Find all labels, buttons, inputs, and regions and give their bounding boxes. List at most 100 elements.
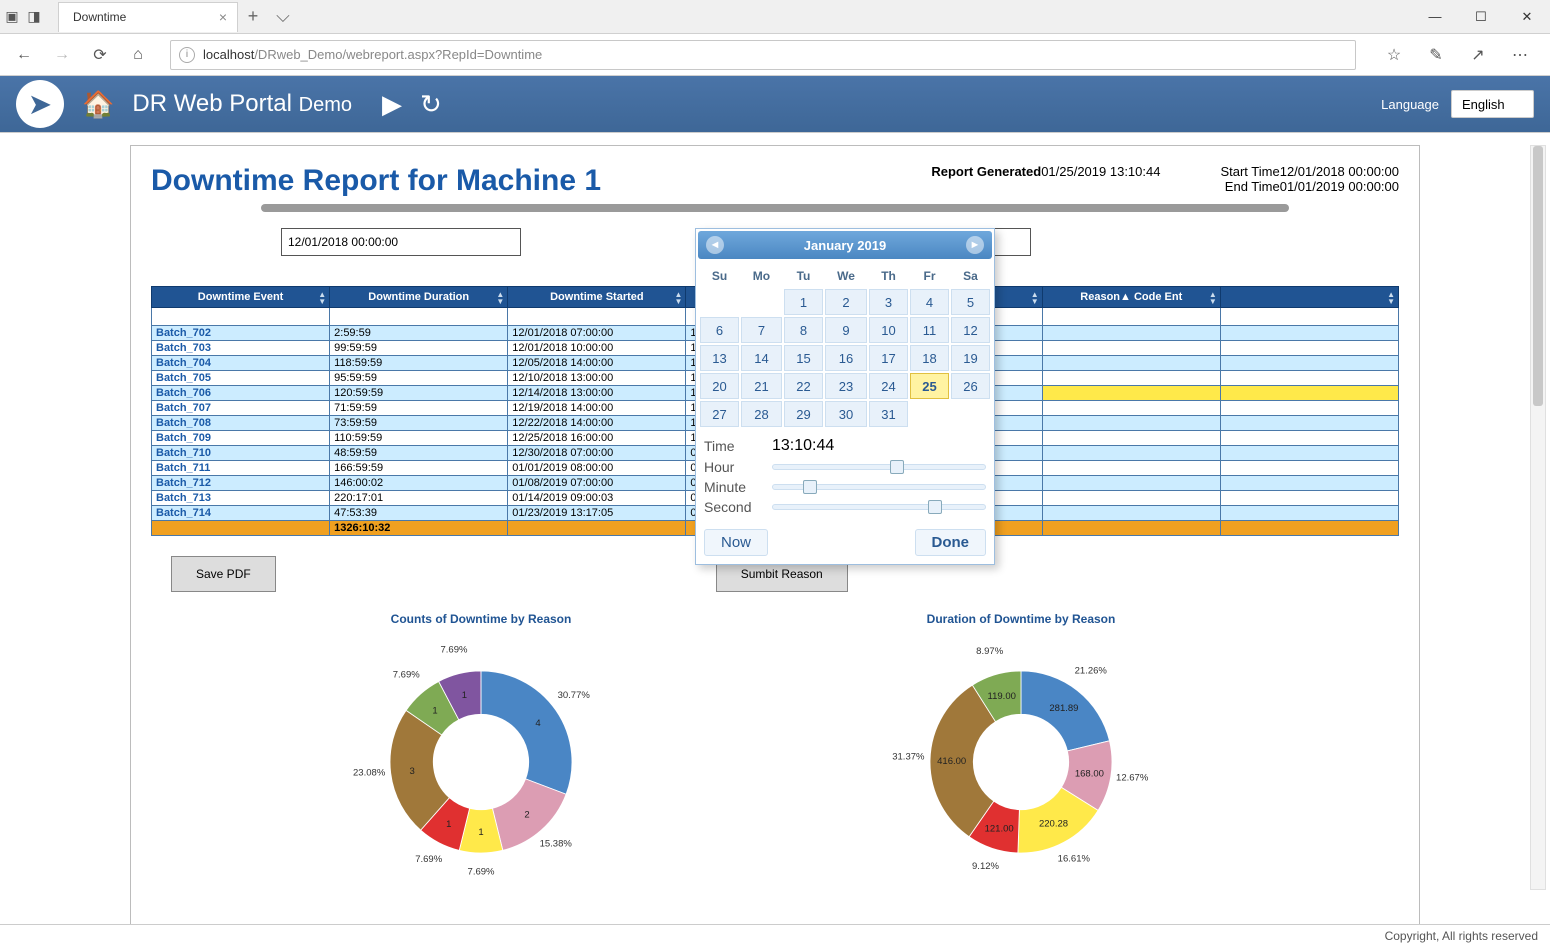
url-path: /DRweb_Demo/webreport.aspx?RepId=Downtim…	[254, 47, 542, 62]
scrollbar-thumb[interactable]	[1533, 146, 1543, 406]
calendar-day[interactable]: 16	[825, 345, 867, 371]
url-host: localhost	[203, 47, 254, 62]
calendar-day[interactable]: 19	[951, 345, 990, 371]
column-filter[interactable]	[1047, 309, 1216, 324]
column-header[interactable]: Downtime Started▲▼	[508, 287, 686, 308]
calendar-day[interactable]: 20	[700, 373, 739, 399]
language-select[interactable]: English	[1451, 90, 1534, 118]
hour-label: Hour	[704, 459, 764, 475]
svg-text:9.12%: 9.12%	[972, 861, 1000, 872]
calendar-day[interactable]: 31	[869, 401, 908, 427]
svg-text:7.69%: 7.69%	[440, 645, 468, 656]
calendar-day[interactable]: 17	[869, 345, 908, 371]
calendar-day[interactable]: 21	[741, 373, 782, 399]
app-header: ➤ 🏠 DR Web Portal Demo ▶ ↻ Language Engl…	[0, 76, 1550, 132]
calendar-day[interactable]: 22	[784, 373, 823, 399]
column-filter[interactable]	[156, 309, 325, 324]
datepicker-prev[interactable]: ◄	[706, 236, 724, 254]
svg-text:2: 2	[524, 809, 529, 820]
datepicker-done[interactable]: Done	[915, 529, 987, 556]
chart-title: Duration of Downtime by Reason	[811, 612, 1231, 626]
generated-value: 01/25/2019 13:10:44	[1041, 164, 1160, 179]
app-title: DR Web Portal Demo	[132, 90, 352, 118]
home-icon[interactable]: 🏠	[82, 89, 114, 120]
tab-actions-button[interactable]: ⌵	[268, 6, 298, 27]
calendar-day[interactable]: 3	[869, 289, 908, 315]
calendar-day[interactable]: 24	[869, 373, 908, 399]
calendar-day[interactable]: 5	[951, 289, 990, 315]
column-header[interactable]: Downtime Event▲▼	[152, 287, 330, 308]
calendar-day[interactable]: 10	[869, 317, 908, 343]
nav-home[interactable]: ⌂	[122, 39, 154, 71]
share-icon[interactable]: ↗	[1462, 39, 1494, 71]
calendar-day[interactable]: 9	[825, 317, 867, 343]
scrollbar-track[interactable]	[1530, 145, 1546, 890]
calendar-day[interactable]: 27	[700, 401, 739, 427]
nav-forward: →	[46, 39, 78, 71]
url-bar[interactable]: i localhost/DRweb_Demo/webreport.aspx?Re…	[170, 40, 1356, 70]
svg-text:12.67%: 12.67%	[1116, 772, 1149, 783]
calendar-day[interactable]: 4	[910, 289, 949, 315]
calendar-day[interactable]: 6	[700, 317, 739, 343]
svg-text:16.61%: 16.61%	[1058, 854, 1091, 865]
calendar-day[interactable]: 1	[784, 289, 823, 315]
minute-slider[interactable]	[772, 484, 986, 490]
datepicker-now[interactable]: Now	[704, 529, 768, 556]
app-logo[interactable]: ➤	[16, 80, 64, 128]
play-icon[interactable]: ▶	[382, 89, 402, 120]
from-date-input[interactable]	[281, 228, 521, 256]
second-label: Second	[704, 499, 764, 515]
generated-label: Report Generated	[931, 164, 1041, 179]
site-info-icon[interactable]: i	[179, 47, 195, 63]
calendar-day[interactable]: 18	[910, 345, 949, 371]
column-filter[interactable]	[334, 309, 503, 324]
column-header[interactable]: Downtime Duration▲▼	[330, 287, 508, 308]
hour-slider[interactable]	[772, 464, 986, 470]
dow-header: We	[825, 265, 867, 287]
calendar-day[interactable]: 8	[784, 317, 823, 343]
svg-text:23.08%: 23.08%	[353, 768, 386, 779]
calendar-day[interactable]: 23	[825, 373, 867, 399]
column-header[interactable]: ▲▼	[1220, 287, 1398, 308]
calendar-day[interactable]: 7	[741, 317, 782, 343]
datepicker-next[interactable]: ►	[966, 236, 984, 254]
datepicker-month: January 2019	[804, 238, 886, 253]
calendar-day[interactable]: 29	[784, 401, 823, 427]
dow-header: Su	[700, 265, 739, 287]
report-page: Downtime Report for Machine 1 Report Gen…	[130, 145, 1420, 925]
calendar-day[interactable]: 13	[700, 345, 739, 371]
calendar-day[interactable]: 25	[910, 373, 949, 399]
new-tab-button[interactable]: +	[238, 6, 268, 27]
nav-refresh[interactable]: ⟳	[84, 39, 116, 71]
calendar-day[interactable]: 2	[825, 289, 867, 315]
chart-title: Counts of Downtime by Reason	[271, 612, 691, 626]
column-filter[interactable]	[1225, 309, 1394, 324]
refresh-icon[interactable]: ↻	[420, 89, 442, 120]
close-icon[interactable]: ×	[219, 9, 227, 25]
language-label: Language	[1381, 97, 1439, 112]
window-tabs-icon[interactable]: ▣	[4, 9, 20, 25]
calendar-day[interactable]: 15	[784, 345, 823, 371]
window-split-icon[interactable]: ◨	[26, 9, 42, 25]
nav-back[interactable]: ←	[8, 39, 40, 71]
window-close[interactable]: ✕	[1504, 0, 1550, 34]
svg-text:281.89: 281.89	[1049, 703, 1078, 714]
calendar-day[interactable]: 30	[825, 401, 867, 427]
window-minimize[interactable]: —	[1412, 0, 1458, 34]
column-header[interactable]: Reason▲ Code Ent▲▼	[1042, 287, 1220, 308]
calendar-day[interactable]: 28	[741, 401, 782, 427]
calendar-day[interactable]: 14	[741, 345, 782, 371]
save-pdf-button[interactable]: Save PDF	[171, 556, 276, 592]
svg-text:31.37%: 31.37%	[892, 752, 925, 763]
favorites-icon[interactable]: ☆	[1378, 39, 1410, 71]
svg-text:8.97%: 8.97%	[976, 646, 1004, 657]
window-maximize[interactable]: ☐	[1458, 0, 1504, 34]
column-filter[interactable]	[512, 309, 681, 324]
notes-icon[interactable]: ✎	[1420, 39, 1452, 71]
second-slider[interactable]	[772, 504, 986, 510]
browser-tab[interactable]: Downtime ×	[58, 2, 238, 32]
calendar-day[interactable]: 12	[951, 317, 990, 343]
more-icon[interactable]: ⋯	[1504, 39, 1536, 71]
calendar-day[interactable]: 26	[951, 373, 990, 399]
calendar-day[interactable]: 11	[910, 317, 949, 343]
